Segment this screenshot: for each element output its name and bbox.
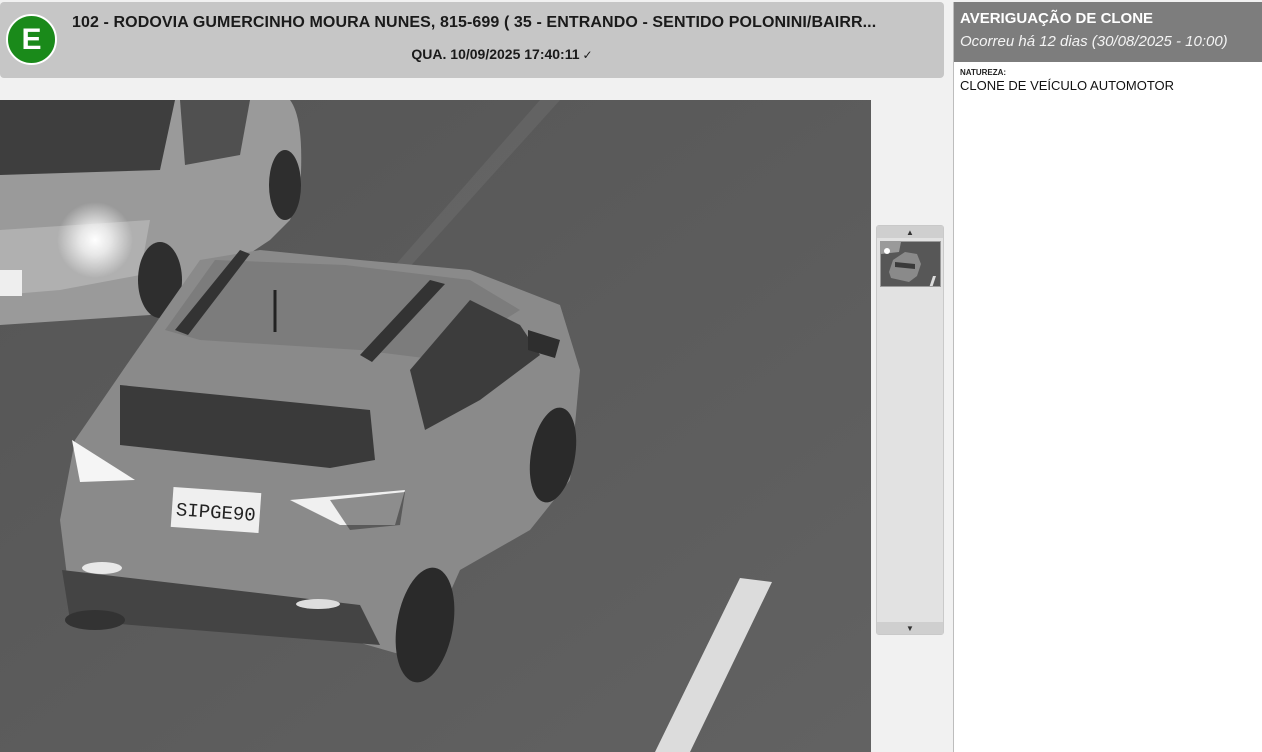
capture-datetime: QUA. 10/09/2025 17:40:11 (411, 46, 580, 62)
vehicle-photo: SIPGE90 (0, 100, 871, 752)
app-root: E 102 - RODOVIA GUMERCINHO MOURA NUNES, … (0, 0, 1262, 752)
camera-image[interactable]: SIPGE90 (0, 100, 871, 752)
caret-up-icon[interactable]: ▲ (877, 226, 943, 238)
alert-occurrence: Ocorreu há 12 dias (30/08/2025 - 10:00) (960, 33, 1228, 50)
natureza-label: NATUREZA: (960, 68, 1007, 77)
direction-badge: E (6, 14, 57, 65)
alert-title: AVERIGUAÇÃO DE CLONE (960, 10, 1154, 27)
alert-panel: AVERIGUAÇÃO DE CLONE Ocorreu há 12 dias … (953, 2, 1262, 752)
location-title: 102 - RODOVIA GUMERCINHO MOURA NUNES, 81… (72, 14, 877, 31)
thumbnail-photo (881, 242, 940, 286)
check-icon: ✓ (582, 48, 593, 62)
thumbnail-image[interactable] (880, 241, 941, 287)
badge-letter: E (21, 22, 42, 56)
thumbnail-strip: ▲ ▼ (876, 225, 944, 635)
caret-down-icon[interactable]: ▼ (877, 622, 943, 634)
capture-header: E 102 - RODOVIA GUMERCINHO MOURA NUNES, … (0, 2, 944, 78)
alert-header: AVERIGUAÇÃO DE CLONE Ocorreu há 12 dias … (954, 2, 1262, 62)
capture-datetime-row: QUA. 10/09/2025 17:40:11 ✓ (72, 46, 932, 62)
natureza-value: CLONE DE VEÍCULO AUTOMOTOR (960, 78, 1175, 93)
